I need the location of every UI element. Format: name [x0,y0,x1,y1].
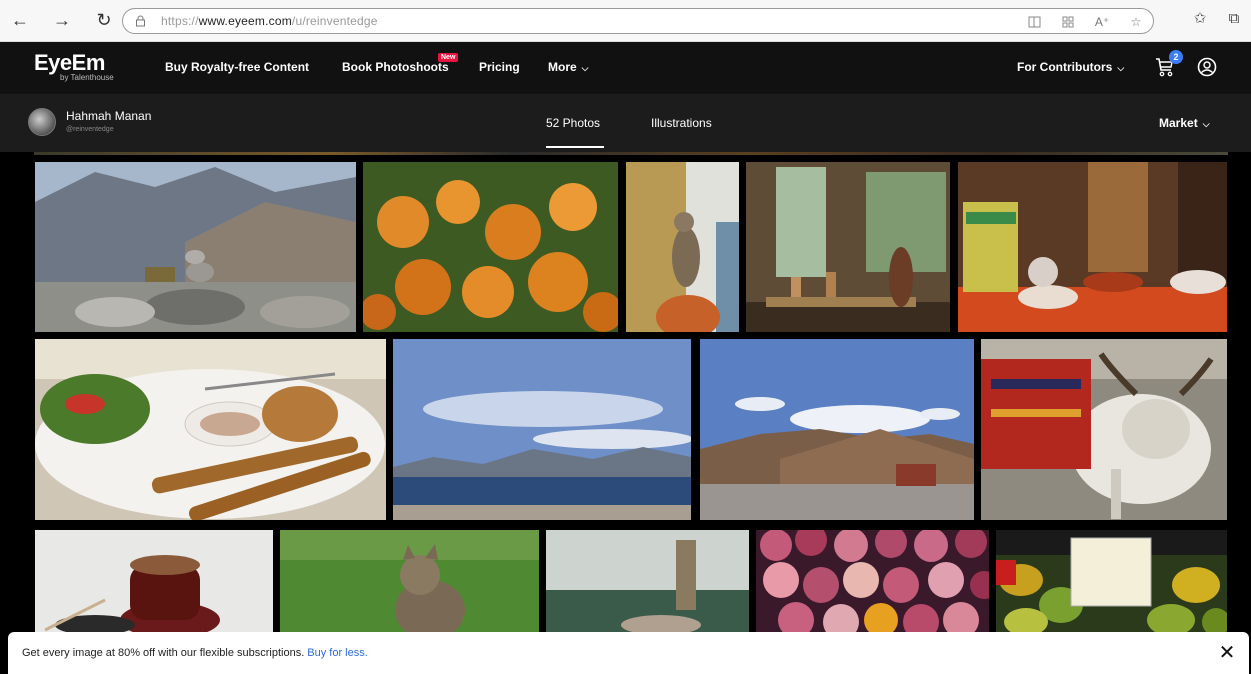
photo-grid [0,152,1251,632]
photo-decorated-yak[interactable] [981,339,1227,520]
photo-orange-orchids[interactable] [363,162,618,332]
cart-icon[interactable]: 2 [1155,50,1183,78]
read-aloud-icon[interactable]: A⁺ [1093,13,1111,31]
photo-kitten-grass[interactable] [280,530,539,632]
close-icon[interactable]: ✕ [1217,643,1237,663]
row-strip [34,152,1228,155]
photo-interior-decor[interactable] [746,162,950,332]
chevron-down-icon: ⌵ [1202,119,1210,129]
active-tab-indicator [546,146,604,148]
site-header: EyeEm by Talenthouse Buy Royalty-free Co… [0,42,1251,94]
user-account-icon[interactable] [1197,57,1217,77]
chevron-down-icon: ⌵ [1117,63,1125,73]
cart-count-badge: 2 [1169,50,1183,64]
photo-kebab-plate[interactable] [35,339,386,520]
nav-for-contributors[interactable]: For Contributors ⌵ [1017,60,1124,74]
photo-cafe-table[interactable] [546,530,749,632]
lock-icon [135,15,147,27]
tab-photos[interactable]: 52 Photos [546,116,600,130]
profile-name[interactable]: Hahmah Manan [66,109,151,123]
profile-bar: Hahmah Manan @reinventedge 52 Photos Ill… [0,94,1251,152]
reader-view-icon[interactable] [1025,13,1043,31]
browser-toolbar: ← → ↻ https://www.eyeem.com/u/reinvented… [0,0,1251,42]
eyeem-logo[interactable]: EyeEm by Talenthouse [34,50,114,82]
subscription-banner: Get every image at 80% off with our flex… [8,632,1249,674]
photo-mountain-valley[interactable] [700,339,974,520]
photo-pomegranates[interactable] [756,530,989,632]
refresh-icon[interactable]: ↻ [92,9,116,33]
market-dropdown[interactable]: Market ⌵ [1159,116,1210,130]
buy-for-less-link[interactable]: Buy for less. [307,647,368,659]
favorite-add-icon[interactable]: ☆ [1127,13,1145,31]
photo-coffee-cup[interactable] [35,530,273,632]
favorites-icon[interactable]: ✩ [1191,9,1209,27]
photo-monkey[interactable] [626,162,739,332]
address-bar[interactable]: https://www.eyeem.com/u/reinventedge A⁺ … [122,8,1154,34]
banner-text: Get every image at 80% off with our flex… [22,647,305,659]
photo-tea-set[interactable] [958,162,1227,332]
new-badge: New [438,53,459,62]
back-icon[interactable]: ← [8,9,32,33]
nav-book-photoshoots[interactable]: Book Photoshoots New [342,53,459,74]
nav-more[interactable]: More ⌵ [548,60,589,74]
nav-pricing[interactable]: Pricing [479,60,520,74]
chevron-down-icon: ⌵ [581,63,589,73]
avatar[interactable] [28,108,56,136]
tab-illustrations[interactable]: Illustrations [651,116,712,130]
photo-lake-mountains[interactable] [393,339,691,520]
photo-fruit-market[interactable] [996,530,1227,632]
photo-mountain-cairn[interactable] [35,162,356,332]
nav-buy-content[interactable]: Buy Royalty-free Content [165,60,309,74]
url-text: https://www.eyeem.com/u/reinventedge [161,14,378,28]
collections-icon[interactable]: ⧉ [1225,9,1243,27]
apps-icon[interactable] [1059,13,1077,31]
forward-icon[interactable]: → [50,9,74,33]
profile-handle: @reinventedge [66,126,114,133]
